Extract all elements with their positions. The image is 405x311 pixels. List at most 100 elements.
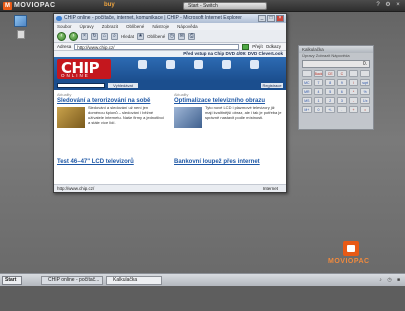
links-label[interactable]: Odkazy: [266, 44, 281, 49]
close-icon[interactable]: ×: [395, 2, 401, 9]
site-search-button[interactable]: Vyhledávat: [108, 83, 138, 88]
go-label[interactable]: Přejít: [252, 44, 263, 49]
calc-key[interactable]: sqrt: [360, 79, 370, 86]
menu-view[interactable]: Zobrazit: [102, 23, 118, 30]
menu-edit[interactable]: Úpravy: [80, 23, 94, 30]
calc-key[interactable]: 9: [337, 79, 347, 86]
calc-key[interactable]: C: [337, 70, 347, 77]
calc-key[interactable]: +: [348, 106, 359, 113]
browser-title-bar[interactable]: CHIP online - počítače, internet, komuni…: [54, 14, 286, 23]
nav-item-2[interactable]: [160, 60, 180, 71]
home-icon[interactable]: ⌂: [101, 32, 108, 40]
calc-key[interactable]: +/-: [325, 106, 336, 113]
taskbar-calculator-button[interactable]: Kalkulačka: [106, 276, 162, 285]
active-window-tab[interactable]: Start - Switch: [183, 2, 267, 10]
calc-key[interactable]: 7: [313, 79, 324, 86]
calc-key[interactable]: 3: [337, 97, 347, 104]
menu-file[interactable]: Soubor: [57, 23, 72, 30]
history-icon[interactable]: ◷: [168, 32, 176, 40]
calculator-title[interactable]: Kalkulačka: [299, 46, 373, 53]
buy-link[interactable]: buy: [104, 2, 115, 8]
calc-key[interactable]: CE: [325, 70, 336, 77]
headline-right[interactable]: Optimalizace televizního obrazu: [174, 98, 282, 105]
register-button[interactable]: Registrace: [261, 83, 283, 88]
desktop-logo: MOVIOPAC: [328, 241, 378, 271]
calc-key[interactable]: 5: [325, 88, 336, 95]
nav-icon-1: [137, 60, 147, 69]
article-thumbnail-right[interactable]: [174, 107, 202, 128]
calc-key[interactable]: [360, 70, 370, 77]
search-icon[interactable]: ⌕: [111, 32, 118, 40]
taskbar-browser-button[interactable]: CHIP online - počítač...: [41, 276, 103, 285]
calc-key[interactable]: 2: [325, 97, 336, 104]
close-button[interactable]: ×: [276, 15, 284, 22]
nav-item-3[interactable]: [188, 60, 208, 71]
window-buttons: _ □ ×: [258, 15, 284, 22]
top-bar: M MOVIOPAC buy Start - Switch ? ⚙ ×: [0, 0, 405, 12]
taskbar: Start CHIP online - počítač... Kalkulačk…: [0, 273, 405, 286]
section-label-right: Aktuality: [174, 93, 189, 97]
article-thumbnail-left[interactable]: [57, 107, 85, 128]
calc-key[interactable]: [348, 70, 359, 77]
calc-key[interactable]: MS: [302, 97, 312, 104]
computer-icon[interactable]: [14, 15, 27, 27]
back-button[interactable]: ‹: [57, 31, 66, 41]
print-icon[interactable]: ⎙: [188, 32, 196, 40]
calc-key[interactable]: Back: [313, 70, 324, 77]
nav-item-1[interactable]: [132, 60, 152, 71]
menu-tools[interactable]: Nástroje: [152, 23, 169, 30]
minimize-button[interactable]: _: [258, 15, 266, 22]
chip-logo[interactable]: CHIP ONLINE: [57, 59, 111, 79]
status-zone: Internet: [262, 186, 278, 191]
menu-help[interactable]: Nápověda: [177, 23, 198, 30]
nav-item-4[interactable]: [216, 60, 236, 71]
menu-favorites[interactable]: Oblíbené: [126, 23, 144, 30]
site-search-input[interactable]: [57, 83, 105, 88]
calc-key[interactable]: /: [348, 79, 359, 86]
nav-item-5[interactable]: [244, 60, 264, 71]
help-icon[interactable]: ?: [375, 2, 381, 9]
internet-explorer-icon: [56, 16, 62, 21]
forward-button[interactable]: ›: [69, 31, 78, 41]
settings-icon[interactable]: ⚙: [385, 2, 391, 9]
calc-key[interactable]: -: [348, 97, 359, 104]
calc-key[interactable]: .: [337, 106, 347, 113]
calc-key[interactable]: *: [348, 88, 359, 95]
calc-key[interactable]: %: [360, 88, 370, 95]
volume-icon[interactable]: ♪: [377, 276, 384, 284]
clock-icon[interactable]: ◷: [386, 276, 393, 284]
stop-icon[interactable]: ×: [81, 32, 88, 40]
address-bar: Adresa http://www.chip.cz/ Přejít Odkazy: [54, 43, 286, 51]
favorites-icon[interactable]: ★: [137, 32, 145, 40]
web-page: Před vstup na Chip DVD 4/09: DVD CleverL…: [54, 51, 286, 180]
calc-key[interactable]: MC: [302, 79, 312, 86]
search-label[interactable]: Hledat: [121, 34, 134, 39]
start-button[interactable]: Start: [2, 276, 22, 285]
calc-key[interactable]: 8: [325, 79, 336, 86]
headline-left[interactable]: Sledování a terorizování na sobě: [57, 98, 165, 105]
headline-tail-right[interactable]: Bankovní loupež přes internet: [174, 159, 282, 166]
calc-key[interactable]: [302, 70, 312, 77]
calc-key[interactable]: 4: [313, 88, 324, 95]
calc-key[interactable]: 1/x: [360, 97, 370, 104]
calc-key[interactable]: =: [360, 106, 370, 113]
nav-icon-4: [221, 60, 231, 69]
calc-key[interactable]: 6: [337, 88, 347, 95]
bottom-band: [0, 286, 405, 311]
network-icon[interactable]: ■: [395, 276, 402, 284]
address-input[interactable]: http://www.chip.cz/: [74, 43, 240, 50]
windows-icon: [249, 60, 259, 69]
maximize-button[interactable]: □: [267, 15, 275, 22]
favorites-label[interactable]: Oblíbené: [147, 34, 165, 39]
refresh-icon[interactable]: ↻: [91, 32, 98, 40]
article-right: Aktuality Optimalizace televizního obraz…: [174, 93, 282, 129]
calculator-menu[interactable]: Úpravy Zobrazit Nápověda: [299, 53, 373, 58]
mail-icon[interactable]: ✉: [178, 32, 186, 40]
calc-key[interactable]: 0: [313, 106, 324, 113]
document-icon[interactable]: [17, 30, 25, 39]
go-button[interactable]: [242, 43, 250, 50]
calc-key[interactable]: M+: [302, 106, 312, 113]
headline-tail-left[interactable]: Test 46–47" LCD televizorů: [57, 159, 165, 166]
calc-key[interactable]: MR: [302, 88, 312, 95]
calc-key[interactable]: 1: [313, 97, 324, 104]
